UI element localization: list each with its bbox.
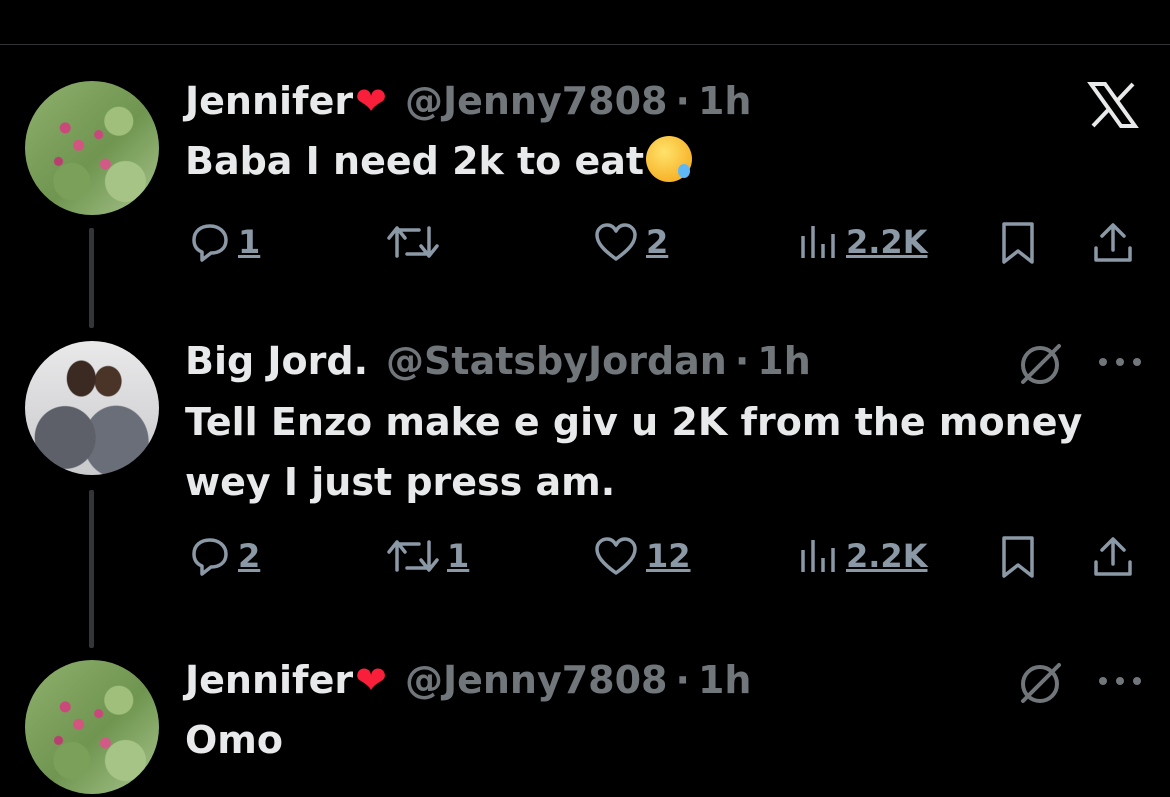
retweet-count: 1: [447, 537, 470, 575]
view-count: 2.2K: [846, 537, 928, 575]
sleepy-face-emoji: [646, 136, 693, 182]
retweet-icon: [387, 540, 439, 572]
x-logo-icon: [1087, 82, 1139, 128]
separator-dot: ·: [675, 658, 690, 702]
heart-icon: [595, 537, 637, 575]
timestamp[interactable]: 1h: [757, 339, 811, 383]
author-handle[interactable]: @StatsbyJordan: [386, 339, 727, 383]
more-options-icon[interactable]: [1095, 671, 1145, 691]
reply-count: 2: [238, 537, 261, 575]
reply-count: 1: [238, 223, 261, 261]
author-name[interactable]: Jennifer: [185, 658, 353, 702]
author-name[interactable]: Big Jord.: [185, 339, 368, 383]
avatar[interactable]: [25, 81, 159, 215]
tweet-actions: 2 1 12 2.2K: [0, 532, 1170, 582]
top-divider: [0, 44, 1170, 45]
separator-dot: ·: [734, 339, 750, 383]
bookmark-icon: [1002, 536, 1034, 578]
tweet-text: Baba I need 2k to eat: [185, 131, 693, 191]
bookmark-icon: [1002, 222, 1034, 264]
view-count: 2.2K: [846, 223, 928, 261]
author-handle[interactable]: @Jenny7808: [405, 79, 668, 123]
tweet-text-line: Tell Enzo make e giv u 2K from the money: [185, 400, 1083, 444]
reply-icon: [192, 538, 228, 576]
retweet-button[interactable]: 1: [385, 534, 469, 578]
share-icon: [1094, 223, 1132, 262]
like-count: 12: [646, 537, 691, 575]
grok-icon[interactable]: [1015, 657, 1065, 707]
share-button[interactable]: [1090, 534, 1136, 580]
share-icon: [1094, 537, 1132, 576]
bookmark-button[interactable]: [998, 534, 1038, 580]
tweet-text-line: Omo: [185, 718, 284, 762]
views-chart-icon: [801, 540, 835, 572]
views-chart-icon: [801, 226, 835, 258]
tweet-text: Omo: [185, 710, 283, 770]
share-button[interactable]: [1090, 220, 1136, 266]
views-button[interactable]: 2.2K: [796, 220, 927, 264]
tweet-actions: 1 2 2.2K: [0, 218, 1170, 268]
retweet-button[interactable]: [385, 220, 441, 264]
tweet-text-line: wey I just press am.: [185, 460, 616, 504]
like-button[interactable]: 12: [592, 534, 691, 578]
heart-icon: [595, 223, 637, 261]
tweet-header: Jennifer ❤ @Jenny7808 · 1h: [185, 657, 751, 703]
reply-icon: [192, 224, 228, 262]
author-handle[interactable]: @Jenny7808: [405, 658, 668, 702]
like-count: 2: [646, 223, 669, 261]
more-options-icon[interactable]: [1095, 352, 1145, 372]
tweet-header: Big Jord. @StatsbyJordan · 1h: [185, 338, 811, 384]
close-x-button[interactable]: [1085, 80, 1141, 130]
tweet-text: Tell Enzo make e giv u 2K from the money…: [185, 392, 1082, 512]
tweet-text-line: Baba I need 2k to eat: [185, 139, 645, 183]
reply-button[interactable]: 2: [188, 534, 260, 578]
author-name[interactable]: Jennifer: [185, 79, 353, 123]
avatar[interactable]: [25, 660, 159, 794]
views-button[interactable]: 2.2K: [796, 534, 927, 578]
heart-emoji: ❤: [355, 79, 387, 123]
timestamp[interactable]: 1h: [698, 79, 752, 123]
retweet-icon: [387, 226, 439, 258]
grok-icon[interactable]: [1015, 338, 1065, 388]
like-button[interactable]: 2: [592, 220, 668, 264]
heart-emoji: ❤: [355, 658, 387, 702]
tweet-header: Jennifer ❤ @Jenny7808 · 1h: [185, 78, 751, 124]
bookmark-button[interactable]: [998, 220, 1038, 266]
timestamp[interactable]: 1h: [698, 658, 752, 702]
reply-button[interactable]: 1: [188, 220, 260, 264]
separator-dot: ·: [675, 79, 690, 123]
avatar[interactable]: [25, 341, 159, 475]
